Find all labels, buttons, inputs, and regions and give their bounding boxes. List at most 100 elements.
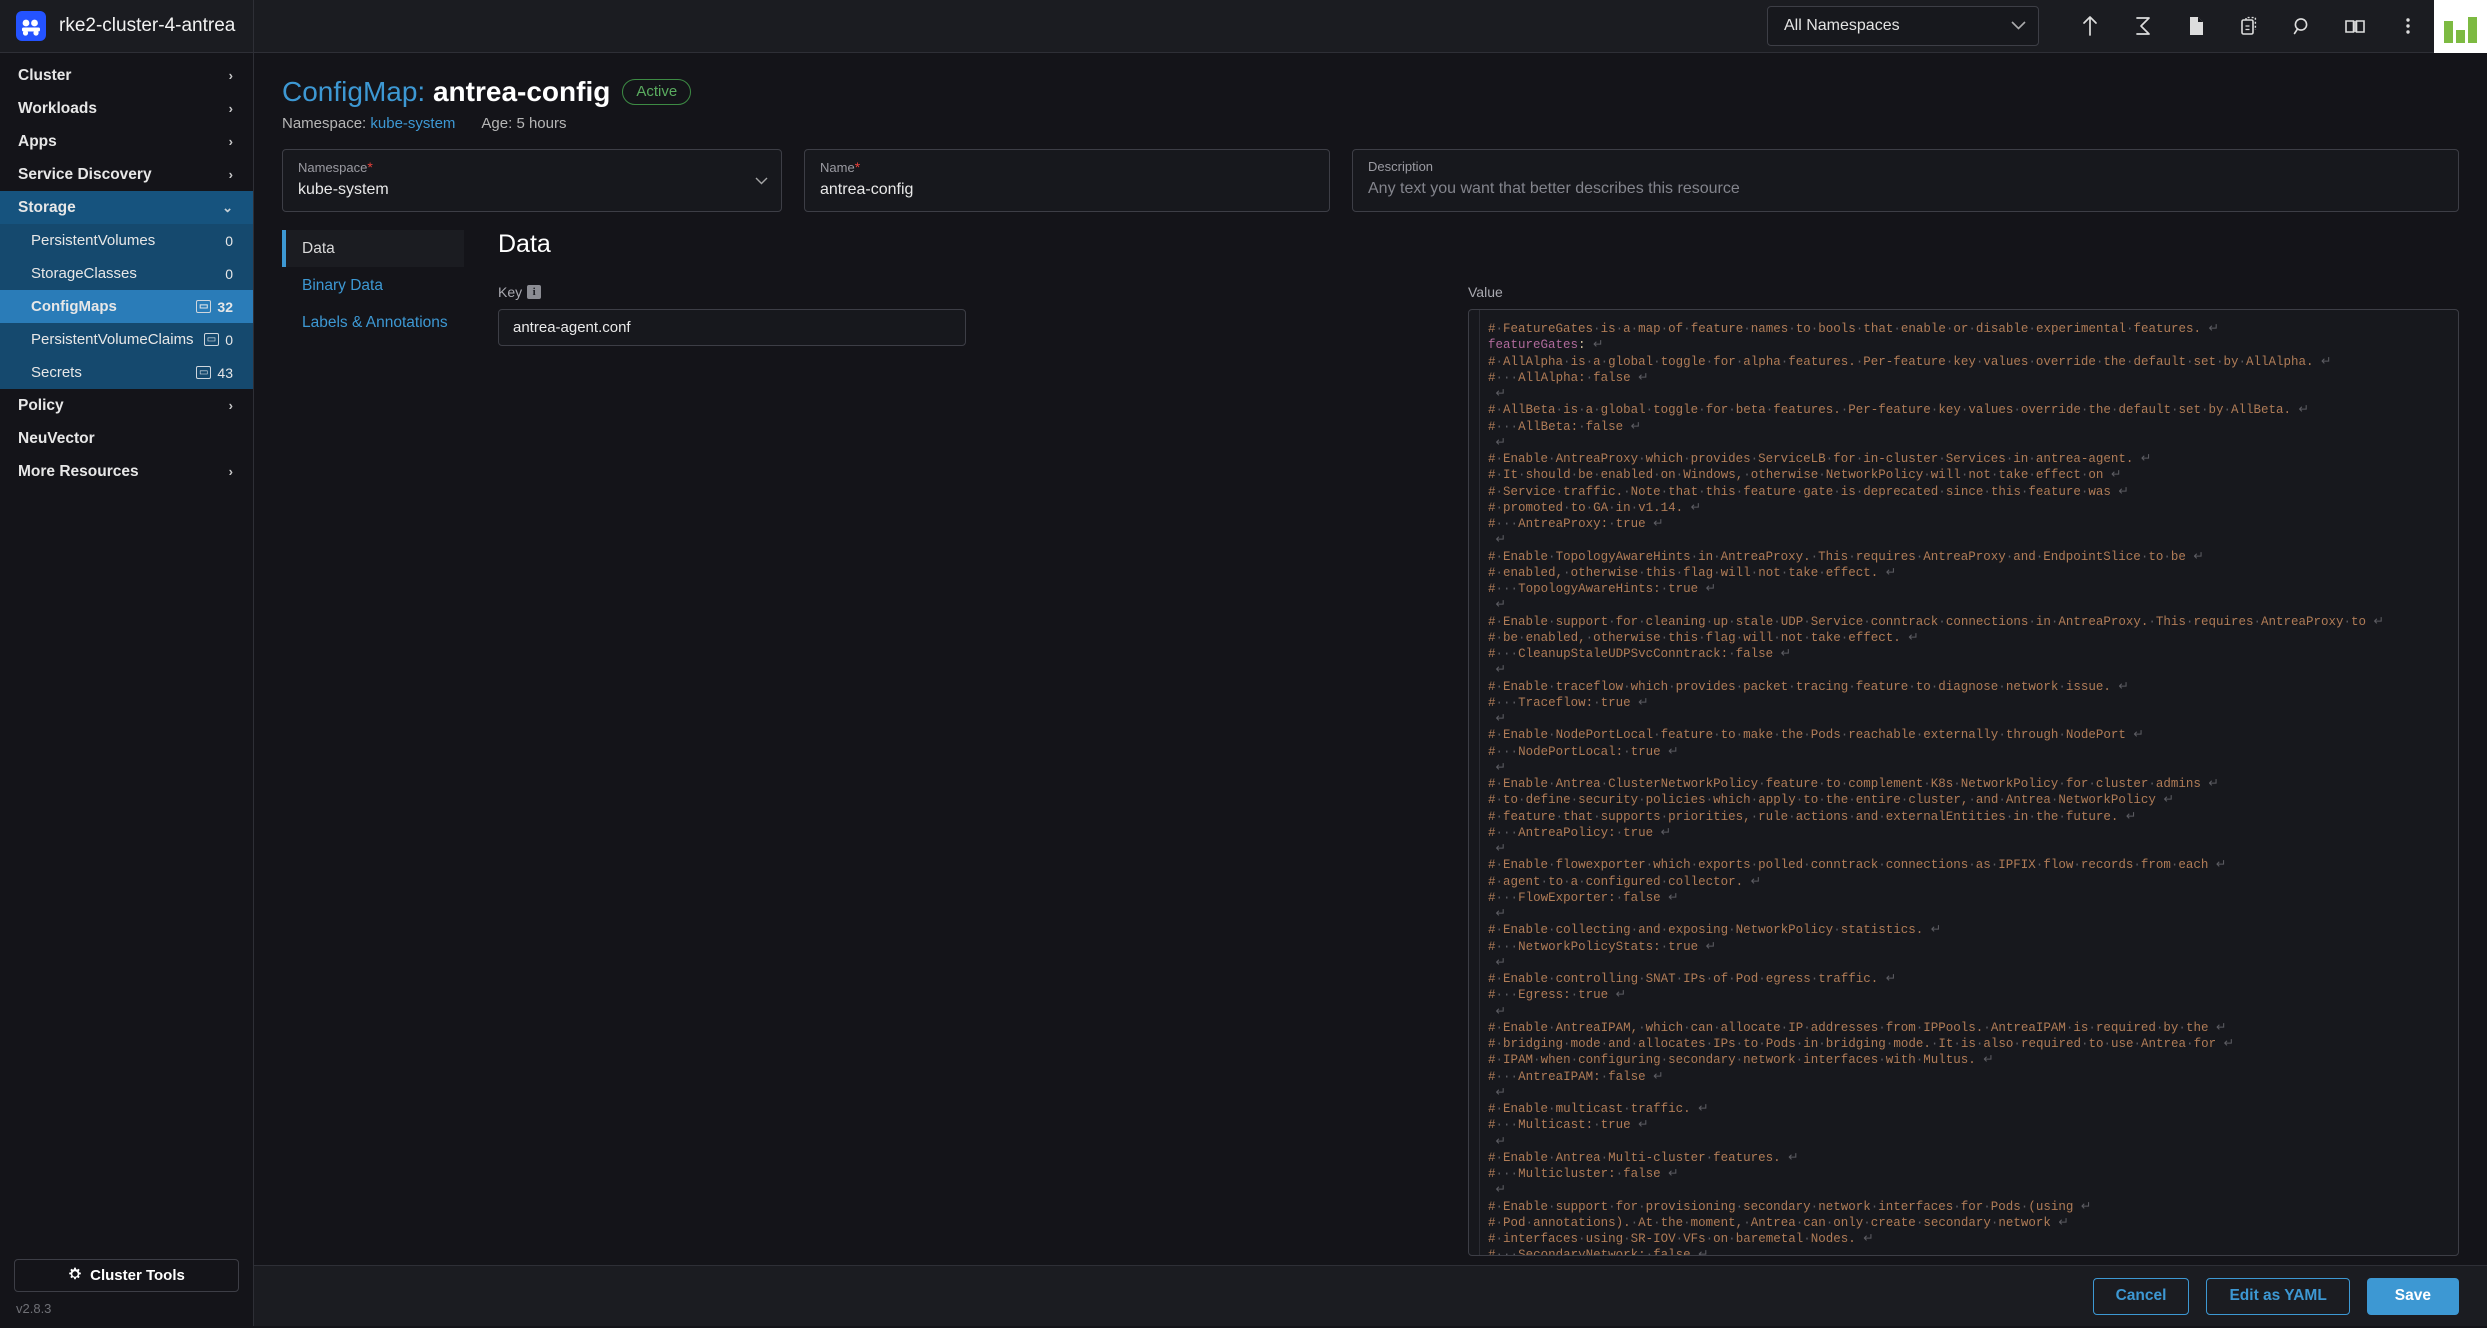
main-content: ConfigMap: antrea-config Active Namespac… bbox=[254, 53, 2487, 1326]
code-line: #···AllBeta:·false ↵ bbox=[1488, 419, 2458, 435]
sidebar-group-storage: Storage⌄ PersistentVolumes 0 StorageClasses… bbox=[0, 191, 253, 389]
rancher-logo-icon[interactable] bbox=[2434, 0, 2487, 53]
tab-labels-annotations[interactable]: Labels & Annotations bbox=[282, 304, 464, 341]
namespace-meta: Namespace: kube-system bbox=[282, 115, 455, 132]
code-line: #·FeatureGates·is·a·map·of·feature·names… bbox=[1488, 321, 2458, 337]
sidebar-item-more-resources[interactable]: More Resources› bbox=[0, 455, 253, 488]
age-meta-value: 5 hours bbox=[516, 115, 566, 132]
namespace-meta-link[interactable]: kube-system bbox=[370, 115, 455, 132]
key-input[interactable]: antrea-agent.conf bbox=[498, 309, 966, 346]
code-line: ↵ bbox=[1488, 435, 2458, 451]
key-input-value: antrea-agent.conf bbox=[513, 319, 631, 336]
description-input[interactable]: Description Any text you want that bette… bbox=[1352, 149, 2459, 212]
edit-as-yaml-button[interactable]: Edit as YAML bbox=[2206, 1278, 2349, 1315]
tab-label: Binary Data bbox=[302, 277, 383, 295]
cluster-tools-button[interactable]: Cluster Tools bbox=[14, 1259, 239, 1292]
resource-name-label: antrea-config bbox=[433, 76, 610, 107]
sidebar-item-workloads[interactable]: Workloads› bbox=[0, 92, 253, 125]
required-marker: * bbox=[855, 159, 860, 175]
key-label-text: Key bbox=[498, 284, 522, 300]
info-icon[interactable]: i bbox=[527, 285, 541, 299]
sidebar-item-neuvector[interactable]: NeuVector bbox=[0, 422, 253, 455]
code-line: ↵ bbox=[1488, 760, 2458, 776]
kebab-menu-icon[interactable] bbox=[2381, 0, 2434, 53]
code-line: ↵ bbox=[1488, 1134, 2458, 1150]
key-column: Key i antrea-agent.conf bbox=[498, 284, 1468, 1256]
cluster-brand[interactable]: rke2-cluster-4-antrea bbox=[0, 0, 254, 53]
sidebar-subitem-label: Secrets bbox=[31, 364, 82, 381]
code-line: #·It·should·be·enabled·on·Windows,·other… bbox=[1488, 467, 2458, 483]
code-line: #·promoted·to·GA·in·v1.14. ↵ bbox=[1488, 500, 2458, 516]
chevron-right-icon: › bbox=[229, 167, 233, 182]
namespace-filter-dropdown[interactable]: All Namespaces bbox=[1767, 6, 2039, 46]
sidebar-subitem-count-value: 0 bbox=[225, 332, 233, 348]
notes-icon[interactable] bbox=[2169, 0, 2222, 53]
description-field-label: Description bbox=[1368, 159, 2443, 174]
sidebar-subitem-count: 0 bbox=[225, 233, 233, 249]
action-bar: Cancel Edit as YAML Save bbox=[254, 1265, 2487, 1326]
sidebar-item-storageclasses[interactable]: StorageClasses0 bbox=[0, 257, 253, 290]
sidebar-group-more-resources: More Resources› bbox=[0, 455, 253, 488]
tab-data[interactable]: Data bbox=[282, 230, 464, 267]
chevron-right-icon: › bbox=[229, 101, 233, 116]
tab-binary-data[interactable]: Binary Data bbox=[282, 267, 464, 304]
code-line: #·Enable·support·for·provisioning·second… bbox=[1488, 1199, 2458, 1215]
top-bar-actions: All Namespaces bbox=[1767, 0, 2487, 53]
sidebar-item-label: NeuVector bbox=[18, 430, 95, 448]
sidebar-item-label: Service Discovery bbox=[18, 166, 152, 184]
page-title: ConfigMap: antrea-config bbox=[282, 76, 610, 108]
save-button[interactable]: Save bbox=[2367, 1278, 2459, 1315]
key-value-badge-icon: ▭ bbox=[196, 300, 211, 313]
code-line: #·enabled,·otherwise·this·flag·will·not·… bbox=[1488, 565, 2458, 581]
code-line: #···FlowExporter:·false ↵ bbox=[1488, 890, 2458, 906]
page-header: ConfigMap: antrea-config Active Namespac… bbox=[254, 53, 2487, 132]
import-yaml-icon[interactable] bbox=[2063, 0, 2116, 53]
namespace-select[interactable]: Namespace* kube-system bbox=[282, 149, 782, 212]
sidebar-item-storage[interactable]: Storage⌄ bbox=[0, 191, 253, 224]
sidebar-item-persistentvolumeclaims[interactable]: PersistentVolumeClaims▭0 bbox=[0, 323, 253, 356]
cluster-name-label: rke2-cluster-4-antrea bbox=[59, 15, 235, 37]
code-line: #·AllAlpha·is·a·global·toggle·for·alpha·… bbox=[1488, 354, 2458, 370]
sidebar-subitem-label: PersistentVolumes bbox=[31, 232, 155, 249]
cancel-button[interactable]: Cancel bbox=[2093, 1278, 2190, 1315]
sidebar-group-workloads: Workloads› bbox=[0, 92, 253, 125]
tab-list: Data Binary Data Labels & Annotations bbox=[254, 230, 464, 1328]
code-line: ↵ bbox=[1488, 906, 2458, 922]
cluster-tools-label: Cluster Tools bbox=[90, 1267, 185, 1284]
sidebar-subitem-label: StorageClasses bbox=[31, 265, 137, 282]
code-line: ↵ bbox=[1488, 841, 2458, 857]
code-line: #·IPAM·when·configuring·secondary·networ… bbox=[1488, 1052, 2458, 1068]
docs-icon[interactable] bbox=[2328, 0, 2381, 53]
sidebar-item-configmaps[interactable]: ConfigMaps▭32 bbox=[0, 290, 253, 323]
code-line: ↵ bbox=[1488, 386, 2458, 402]
code-line: #·Enable·AntreaIPAM,·which·can·allocate·… bbox=[1488, 1020, 2458, 1036]
code-line: #···AntreaPolicy:·true ↵ bbox=[1488, 825, 2458, 841]
value-column-label: Value bbox=[1468, 284, 2459, 300]
code-line: #·Enable·multicast·traffic. ↵ bbox=[1488, 1101, 2458, 1117]
code-line: ↵ bbox=[1488, 1004, 2458, 1020]
kubectl-shell-icon[interactable] bbox=[2116, 0, 2169, 53]
code-line: #·to·define·security·policies·which·appl… bbox=[1488, 792, 2458, 808]
search-icon[interactable] bbox=[2275, 0, 2328, 53]
sidebar-item-service-discovery[interactable]: Service Discovery › bbox=[0, 158, 253, 191]
sidebar-item-apps[interactable]: Apps› bbox=[0, 125, 253, 158]
copy-kubeconfig-icon[interactable] bbox=[2222, 0, 2275, 53]
code-editor[interactable]: #·FeatureGates·is·a·map·of·feature·names… bbox=[1468, 309, 2459, 1256]
name-input[interactable]: Name* antrea-config bbox=[804, 149, 1330, 212]
tab-label: Labels & Annotations bbox=[302, 314, 448, 332]
chevron-right-icon: › bbox=[229, 398, 233, 413]
sidebar: Cluster›Workloads›Apps›Service Discovery… bbox=[0, 53, 254, 1326]
code-line: #·interfaces·using·SR-IOV·VFs·on·baremet… bbox=[1488, 1231, 2458, 1247]
code-line: ↵ bbox=[1488, 1085, 2458, 1101]
sidebar-item-secrets[interactable]: Secrets▭43 bbox=[0, 356, 253, 389]
code-line: ↵ bbox=[1488, 597, 2458, 613]
sidebar-item-persistentvolumes[interactable]: PersistentVolumes 0 bbox=[0, 224, 253, 257]
code-line: #···SecondaryNetwork:·false ↵ bbox=[1488, 1247, 2458, 1256]
code-line: #·Enable·flowexporter·which·exports·poll… bbox=[1488, 857, 2458, 873]
chevron-right-icon: › bbox=[229, 464, 233, 479]
sidebar-item-cluster[interactable]: Cluster› bbox=[0, 59, 253, 92]
code-line: #···TopologyAwareHints:·true ↵ bbox=[1488, 581, 2458, 597]
code-line: #·Enable·support·for·cleaning·up·stale·U… bbox=[1488, 614, 2458, 630]
code-line: featureGates: ↵ bbox=[1488, 337, 2458, 353]
sidebar-item-policy[interactable]: Policy› bbox=[0, 389, 253, 422]
